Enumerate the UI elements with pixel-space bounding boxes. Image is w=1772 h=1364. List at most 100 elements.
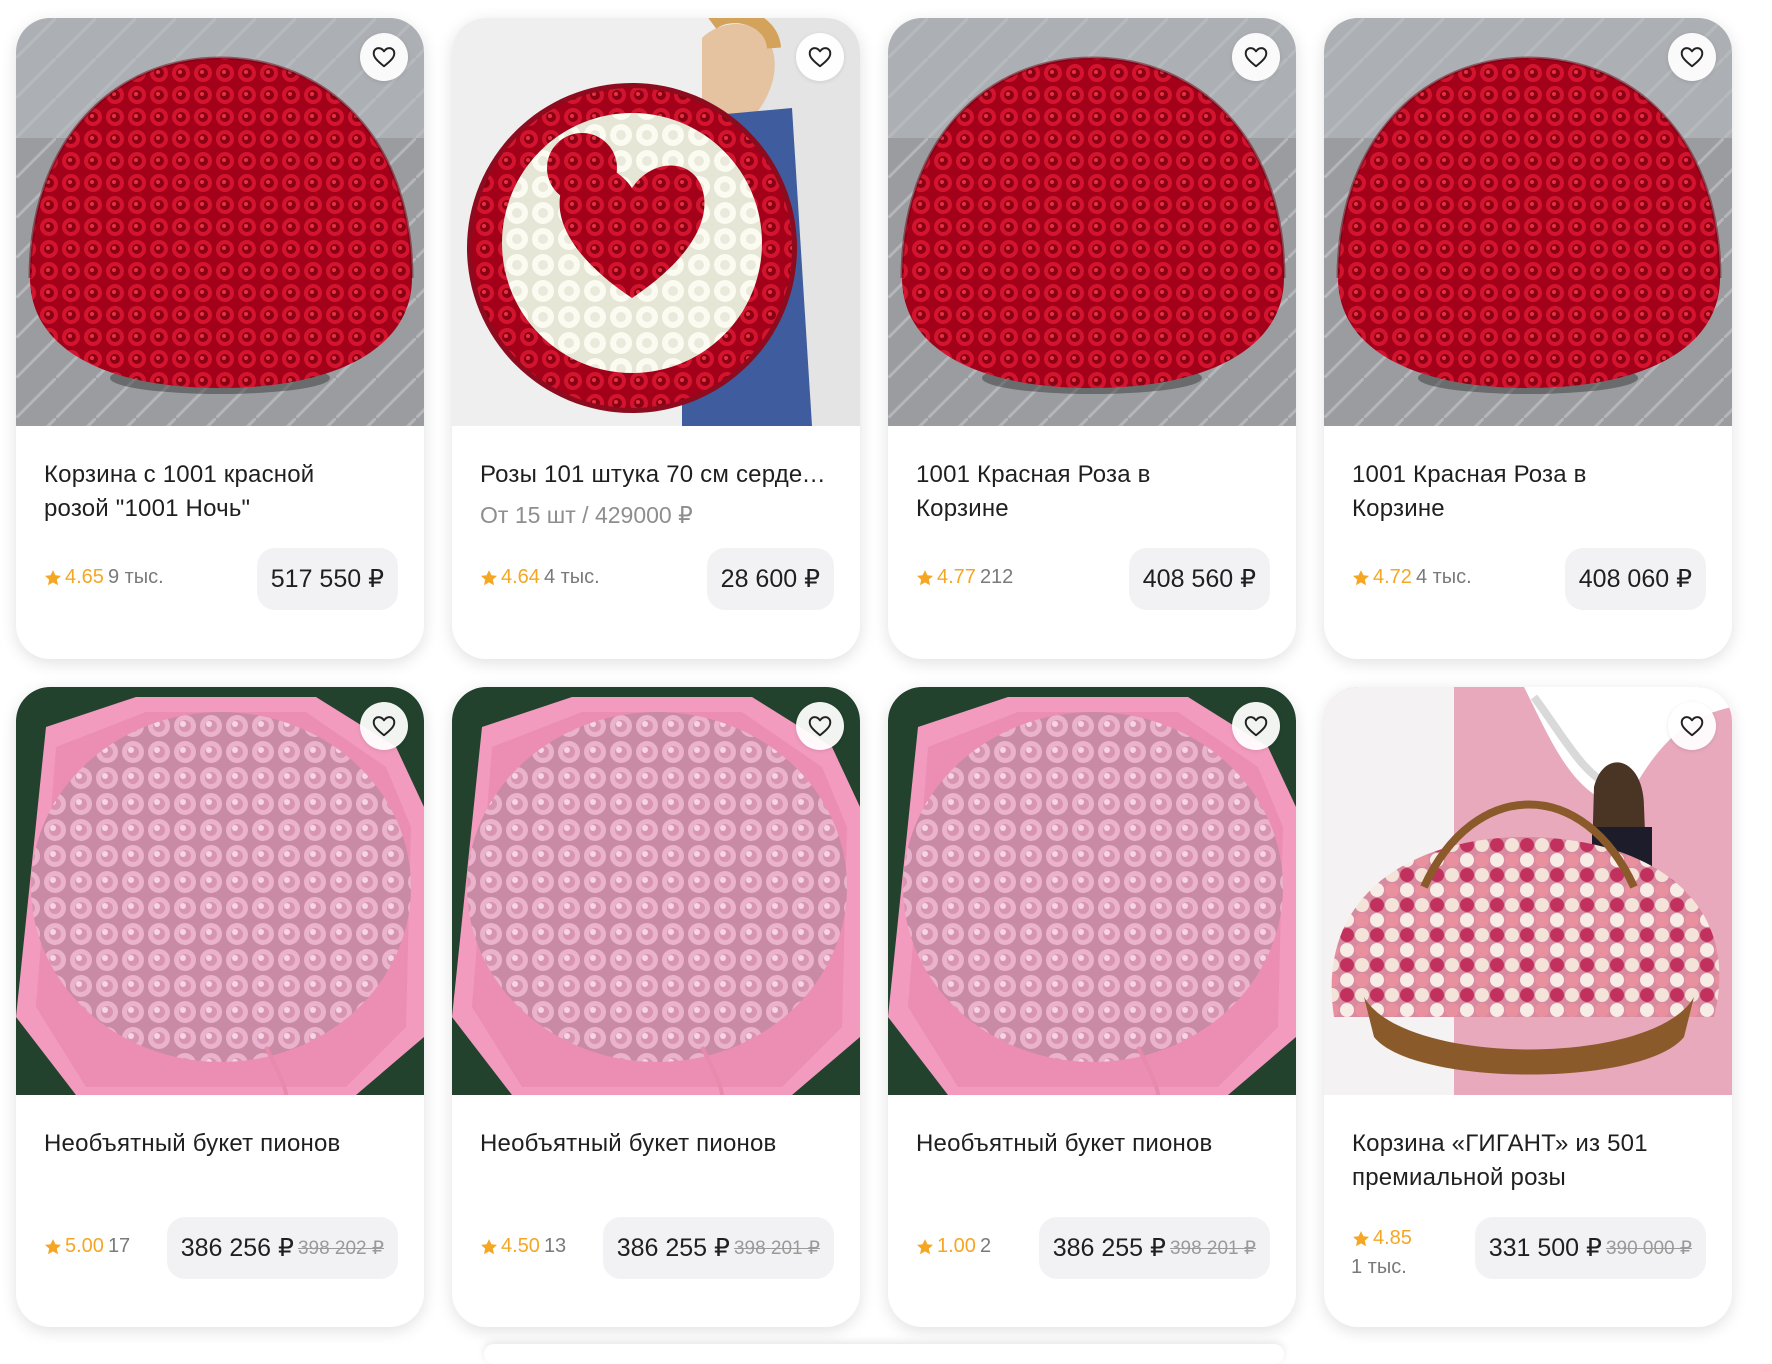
rating-score: 4.50 [501, 1235, 540, 1257]
current-price: 517 550 ₽ [270, 565, 384, 593]
price-button[interactable]: 386 255 ₽398 201 ₽ [602, 1217, 834, 1279]
product-image[interactable] [1324, 687, 1732, 1095]
favorite-button[interactable] [796, 33, 844, 81]
product-title[interactable]: Необъятный букет пионов [916, 1127, 1274, 1161]
product-card[interactable]: Корзина с 1001 красной розой "1001 Ночь" 4… [16, 18, 424, 659]
rating-score: 5.00 [65, 1235, 104, 1257]
star-icon [1351, 1229, 1373, 1249]
product-title-line: Корзина с 1001 красной [44, 461, 315, 488]
star-icon [479, 1237, 501, 1257]
star-icon [43, 568, 65, 588]
product-title-line: Корзине [1352, 495, 1445, 522]
favorite-button[interactable] [1232, 702, 1280, 750]
product-rating: 4.64 4 тыс. [479, 566, 600, 589]
product-title[interactable]: Розы 101 штука 70 см сердечко [480, 458, 838, 492]
rating-score: 4.64 [501, 566, 540, 588]
star-icon [915, 568, 937, 588]
product-image[interactable] [888, 687, 1296, 1095]
current-price: 408 560 ₽ [1142, 565, 1256, 593]
heart-outline-icon [371, 44, 397, 70]
star-icon [479, 568, 501, 588]
product-title[interactable]: Корзина «ГИГАНТ» из 501 премиальной розы [1352, 1127, 1710, 1195]
old-price: 398 202 ₽ [297, 1237, 384, 1259]
rating-score: 4.72 [1373, 566, 1412, 588]
price-button[interactable]: 331 500 ₽390 000 ₽ [1474, 1217, 1706, 1279]
product-title-line: премиальной розы [1352, 1164, 1567, 1191]
product-title[interactable]: 1001 Красная Роза в Корзине [916, 458, 1274, 526]
product-title-line: 1001 Красная Роза в [916, 461, 1151, 488]
product-subtitle: От 15 шт / 429000 ₽ [480, 502, 693, 528]
review-count: 17 [107, 1235, 131, 1257]
star-icon [43, 1237, 65, 1257]
product-image[interactable] [888, 18, 1296, 426]
product-title-line: 1001 Красная Роза в [1352, 461, 1587, 488]
review-count: 4 тыс. [543, 566, 600, 588]
current-price: 386 255 ₽ [1052, 1234, 1166, 1262]
rating-score: 4.65 [65, 566, 104, 588]
product-title-line: Корзина «ГИГАНТ» из 501 [1352, 1130, 1648, 1157]
product-image[interactable] [452, 18, 860, 426]
product-card[interactable]: 1001 Красная Роза в Корзине 4.72 4 тыс. 408 … [1324, 18, 1732, 659]
product-title[interactable]: Корзина с 1001 красной розой "1001 Ночь" [44, 458, 402, 526]
heart-outline-icon [1243, 713, 1269, 739]
review-count: 4 тыс. [1415, 566, 1472, 588]
product-image[interactable] [16, 687, 424, 1095]
price-button[interactable]: 408 560 ₽ [1128, 548, 1270, 610]
product-rating: 4.77 212 [915, 566, 1013, 589]
rating-score: 4.77 [937, 566, 976, 588]
product-title-line: Необъятный букет пионов [916, 1130, 1213, 1157]
product-card[interactable]: Необъятный букет пионов 1.00 2 386 255 ₽398… [888, 687, 1296, 1327]
product-title[interactable]: Необъятный букет пионов [480, 1127, 838, 1161]
old-price: 398 201 ₽ [1169, 1237, 1256, 1259]
product-card[interactable]: Розы 101 штука 70 см сердечко От 15 шт / … [452, 18, 860, 659]
price-button[interactable]: 386 256 ₽398 202 ₽ [166, 1217, 398, 1279]
heart-outline-icon [1243, 44, 1269, 70]
product-title-line: Необъятный букет пионов [480, 1130, 777, 1157]
product-title[interactable]: Необъятный букет пионов [44, 1127, 402, 1161]
review-count: 2 [979, 1235, 992, 1257]
current-price: 386 256 ₽ [180, 1234, 294, 1262]
product-rating: 4.85 1 тыс. [1351, 1227, 1412, 1279]
product-title-line: Корзине [916, 495, 1009, 522]
rating-score: 4.85 [1373, 1227, 1412, 1249]
current-price: 386 255 ₽ [616, 1234, 730, 1262]
product-image[interactable] [452, 687, 860, 1095]
product-image[interactable] [1324, 18, 1732, 426]
old-price: 390 000 ₽ [1605, 1237, 1692, 1259]
favorite-button[interactable] [1232, 33, 1280, 81]
star-icon [915, 1237, 937, 1257]
product-rating: 4.65 9 тыс. [43, 566, 164, 589]
product-title-line: Необъятный букет пионов [44, 1130, 341, 1157]
heart-outline-icon [1679, 44, 1705, 70]
heart-outline-icon [807, 44, 833, 70]
favorite-button[interactable] [796, 702, 844, 750]
bottom-bar [484, 1344, 1284, 1364]
product-rating: 4.72 4 тыс. [1351, 566, 1472, 589]
current-price: 408 060 ₽ [1578, 565, 1692, 593]
product-title[interactable]: 1001 Красная Роза в Корзине [1352, 458, 1710, 526]
product-card[interactable]: Необъятный букет пионов 4.50 13 386 255 ₽39… [452, 687, 860, 1327]
favorite-button[interactable] [360, 702, 408, 750]
favorite-button[interactable] [1668, 702, 1716, 750]
price-button[interactable]: 517 550 ₽ [256, 548, 398, 610]
product-image[interactable] [16, 18, 424, 426]
product-card[interactable]: Корзина «ГИГАНТ» из 501 премиальной розы 4… [1324, 687, 1732, 1327]
product-title-line: розой "1001 Ночь" [44, 495, 251, 522]
product-rating: 5.00 17 [43, 1235, 130, 1258]
product-card[interactable]: Необъятный букет пионов 5.00 17 386 256 ₽39… [16, 687, 424, 1327]
favorite-button[interactable] [360, 33, 408, 81]
price-button[interactable]: 386 255 ₽398 201 ₽ [1038, 1217, 1270, 1279]
product-title-line: Розы 101 штука 70 см сердечко [480, 461, 838, 488]
review-count: 9 тыс. [107, 566, 164, 588]
review-count: 212 [979, 566, 1014, 588]
rating-score: 1.00 [937, 1235, 976, 1257]
review-count: 13 [543, 1235, 567, 1257]
heart-outline-icon [807, 713, 833, 739]
product-card[interactable]: 1001 Красная Роза в Корзине 4.77 212 408 560… [888, 18, 1296, 659]
product-rating: 4.50 13 [479, 1235, 566, 1258]
favorite-button[interactable] [1668, 33, 1716, 81]
current-price: 331 500 ₽ [1488, 1234, 1602, 1262]
price-button[interactable]: 408 060 ₽ [1564, 548, 1706, 610]
price-button[interactable]: 28 600 ₽ [706, 548, 834, 610]
heart-outline-icon [371, 713, 397, 739]
